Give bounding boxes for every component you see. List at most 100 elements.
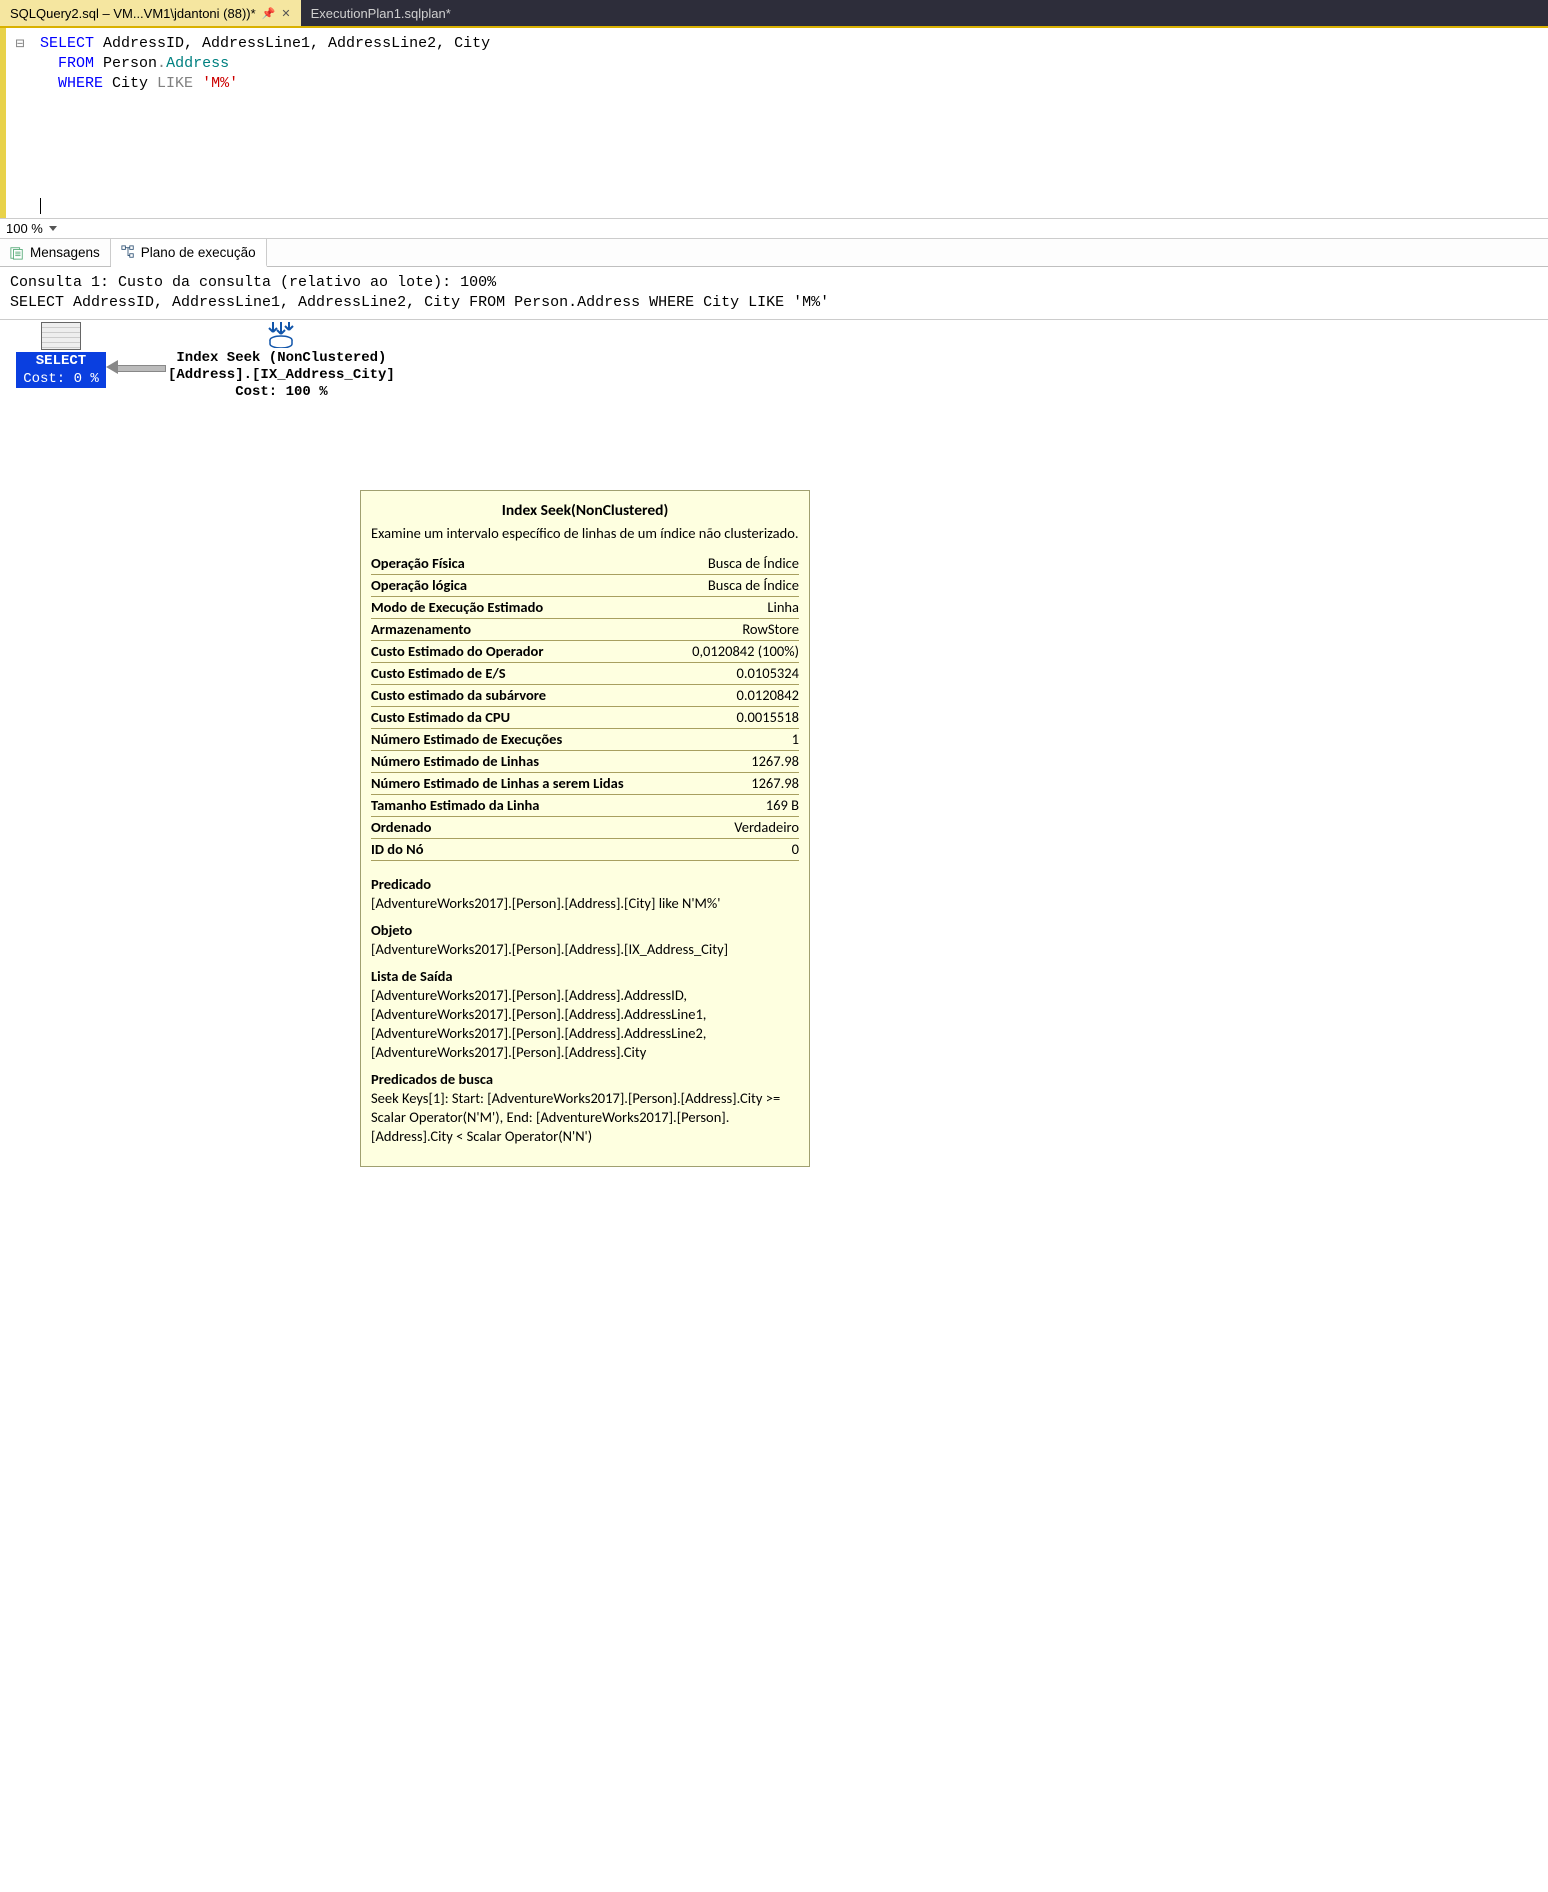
operator-select[interactable]: SELECT Cost: 0 % (16, 322, 106, 388)
operator-object: [Address].[IX_Address_City] (168, 367, 395, 383)
plan-arrow (106, 362, 166, 372)
tab-executionplan[interactable]: ExecutionPlan1.sqlplan* (301, 0, 461, 26)
tooltip-row: Número Estimado de Linhas1267.98 (371, 751, 799, 773)
index-seek-icon (268, 320, 294, 348)
tooltip-seek-body: Seek Keys[1]: Start: [AdventureWorks2017… (371, 1089, 799, 1146)
tooltip-description: Examine um intervalo específico de linha… (371, 524, 799, 543)
tooltip-row-value: Linha (672, 597, 799, 619)
tooltip-row-value: 0,0120842 (100%) (672, 641, 799, 663)
tooltip-output-body: [AdventureWorks2017].[Person].[Address].… (371, 986, 799, 1062)
tab-execution-plan[interactable]: Plano de execução (111, 239, 267, 267)
tooltip-row: Custo Estimado da CPU0.0015518 (371, 707, 799, 729)
document-tabbar: SQLQuery2.sql – VM...VM1\jdantoni (88))*… (0, 0, 1548, 28)
tooltip-row-label: Operação Física (371, 553, 672, 575)
tooltip-row-value: RowStore (672, 619, 799, 641)
plan-header: Consulta 1: Custo da consulta (relativo … (0, 267, 1548, 320)
plan-canvas[interactable]: SELECT Cost: 0 % Index Seek (NonClustere… (0, 320, 1548, 420)
schema: Person (94, 55, 157, 72)
tooltip-title: Index Seek(NonClustered) (371, 501, 799, 520)
tooltip-object-body: [AdventureWorks2017].[Person].[Address].… (371, 940, 799, 959)
tooltip-predicate-title: Predicado (371, 875, 799, 894)
plan-query-text: SELECT AddressID, AddressLine1, AddressL… (10, 293, 1538, 313)
operator-cost: Cost: 0 % (16, 370, 106, 388)
tooltip-row-label: Número Estimado de Execuções (371, 729, 672, 751)
tooltip-row-value: Busca de Índice (672, 553, 799, 575)
tooltip-row: Número Estimado de Execuções1 (371, 729, 799, 751)
tooltip-row-value: 0.0015518 (672, 707, 799, 729)
caret (40, 198, 41, 214)
tooltip-row-value: Verdadeiro (672, 817, 799, 839)
col-city: City (103, 75, 157, 92)
tab-messages[interactable]: Mensagens (0, 239, 111, 266)
results-tabbar: Mensagens Plano de execução (0, 239, 1548, 267)
tab-sqlquery2[interactable]: SQLQuery2.sql – VM...VM1\jdantoni (88))*… (0, 0, 301, 26)
tooltip-row-label: Modo de Execução Estimado (371, 597, 672, 619)
tooltip-row-value: 0 (672, 839, 799, 861)
collapse-icon[interactable]: ⊟ (15, 36, 24, 53)
zoom-level[interactable]: 100 % (6, 221, 43, 236)
tooltip-row: ID do Nó0 (371, 839, 799, 861)
zoom-bar: 100 % (0, 218, 1548, 239)
tooltip-row-label: Custo estimado da subárvore (371, 685, 672, 707)
tooltip-properties-table: Operação FísicaBusca de ÍndiceOperação l… (371, 553, 799, 861)
kw-from: FROM (58, 55, 94, 72)
tooltip-row-label: Número Estimado de Linhas a serem Lidas (371, 773, 672, 795)
tooltip-row-value: 0.0105324 (672, 663, 799, 685)
dot: . (157, 55, 166, 72)
tooltip-row-value: 0.0120842 (672, 685, 799, 707)
tooltip-row: Custo Estimado do Operador0,0120842 (100… (371, 641, 799, 663)
close-icon[interactable]: ✕ (281, 7, 290, 20)
fold-gutter: ⊟ (6, 28, 34, 218)
tooltip-row: Custo Estimado de E/S0.0105324 (371, 663, 799, 685)
plan-query-cost: Consulta 1: Custo da consulta (relativo … (10, 273, 1538, 293)
tooltip-row-label: Custo Estimado da CPU (371, 707, 672, 729)
tooltip-row: Operação lógicaBusca de Índice (371, 575, 799, 597)
operator-label: Index Seek (NonClustered) (176, 350, 386, 366)
code-body[interactable]: SELECT AddressID, AddressLine1, AddressL… (34, 28, 496, 218)
tooltip-row-value: 169 B (672, 795, 799, 817)
messages-icon (10, 246, 24, 260)
tooltip-row-label: Tamanho Estimado da Linha (371, 795, 672, 817)
tooltip-output-title: Lista de Saída (371, 967, 799, 986)
tooltip-predicate-body: [AdventureWorks2017].[Person].[Address].… (371, 894, 799, 913)
operator-index-seek[interactable]: Index Seek (NonClustered) [Address].[IX_… (168, 320, 395, 401)
kw-where: WHERE (58, 75, 103, 92)
tooltip-row-label: Armazenamento (371, 619, 672, 641)
select-table-icon (41, 322, 81, 350)
tooltip-row-value: 1 (672, 729, 799, 751)
pin-icon[interactable]: 📌 (262, 7, 276, 20)
tooltip-row: ArmazenamentoRowStore (371, 619, 799, 641)
tooltip-row-value: 1267.98 (672, 773, 799, 795)
operator-label: SELECT (16, 352, 106, 370)
tooltip-row-label: Ordenado (371, 817, 672, 839)
kw-like: LIKE (157, 75, 193, 92)
col-list: AddressID, AddressLine1, AddressLine2, C… (94, 35, 490, 52)
tooltip-object-title: Objeto (371, 921, 799, 940)
tooltip-row: Modo de Execução EstimadoLinha (371, 597, 799, 619)
tooltip-row: OrdenadoVerdadeiro (371, 817, 799, 839)
tooltip-seek-title: Predicados de busca (371, 1070, 799, 1089)
tooltip-row-value: Busca de Índice (672, 575, 799, 597)
kw-select: SELECT (40, 35, 94, 52)
tab-label: Plano de execução (141, 245, 256, 260)
tooltip-row-label: Custo Estimado de E/S (371, 663, 672, 685)
operator-tooltip: Index Seek(NonClustered) Examine um inte… (360, 490, 810, 1167)
plan-tree-icon (121, 245, 135, 259)
tab-label: SQLQuery2.sql – VM...VM1\jdantoni (88))* (10, 6, 256, 21)
sql-editor[interactable]: ⊟ SELECT AddressID, AddressLine1, Addres… (0, 28, 1548, 218)
string-literal: 'M%' (193, 75, 238, 92)
tooltip-row: Custo estimado da subárvore0.0120842 (371, 685, 799, 707)
tooltip-row-label: Operação lógica (371, 575, 672, 597)
tooltip-row-label: Número Estimado de Linhas (371, 751, 672, 773)
operator-cost: Cost: 100 % (235, 384, 327, 400)
tooltip-row-label: ID do Nó (371, 839, 672, 861)
tab-label: Mensagens (30, 245, 100, 260)
tooltip-row: Tamanho Estimado da Linha169 B (371, 795, 799, 817)
tooltip-row: Número Estimado de Linhas a serem Lidas1… (371, 773, 799, 795)
table: Address (166, 55, 229, 72)
tab-label: ExecutionPlan1.sqlplan* (311, 6, 451, 21)
chevron-down-icon[interactable] (49, 226, 57, 231)
tooltip-row-label: Custo Estimado do Operador (371, 641, 672, 663)
tooltip-row-value: 1267.98 (672, 751, 799, 773)
tooltip-row: Operação FísicaBusca de Índice (371, 553, 799, 575)
